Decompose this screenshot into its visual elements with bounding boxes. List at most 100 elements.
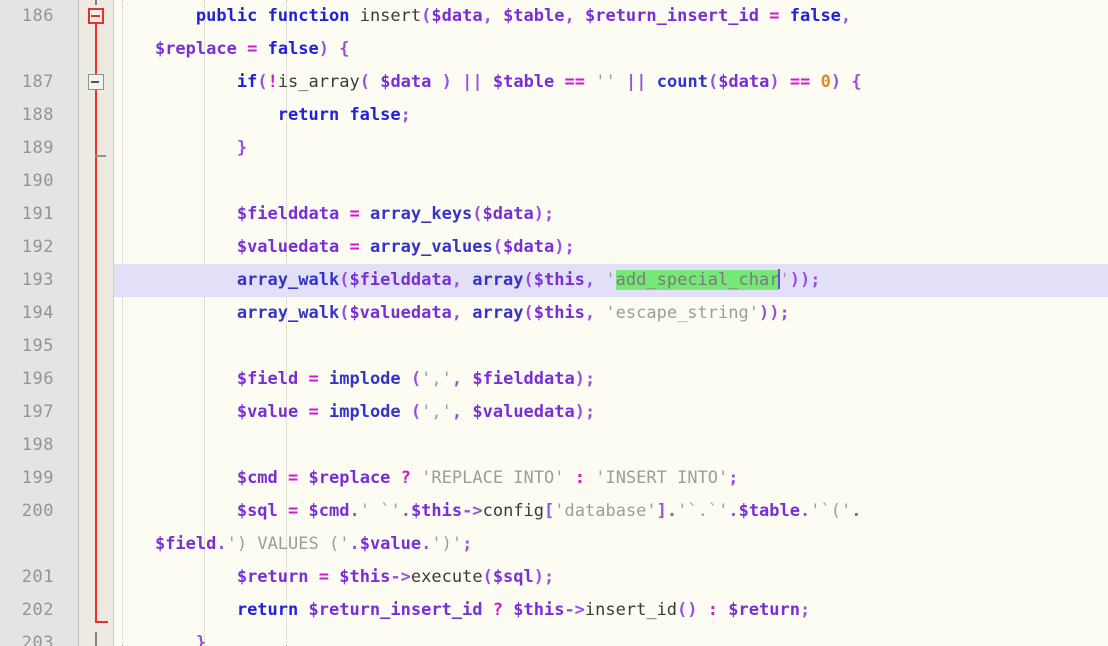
code-token: ' `' bbox=[359, 501, 401, 521]
code-line[interactable]: $return = $this->execute($sql); bbox=[114, 561, 1108, 594]
code-token: . bbox=[666, 501, 678, 521]
code-line-text: return $return_insert_id ? $this->insert… bbox=[114, 600, 810, 620]
code-line[interactable]: array_walk($valuedata, array($this, 'esc… bbox=[114, 297, 1108, 330]
code-token: $value bbox=[236, 402, 299, 422]
code-token: array_values bbox=[369, 237, 493, 257]
code-token: ' bbox=[605, 270, 616, 290]
code-token: array bbox=[472, 270, 524, 290]
code-token: ) bbox=[830, 72, 842, 92]
code-line[interactable]: return $return_insert_id ? $this->insert… bbox=[114, 594, 1108, 627]
code-token: = bbox=[288, 501, 299, 521]
code-content-area[interactable]: public function insert($data, $table, $r… bbox=[114, 0, 1108, 646]
code-line-list[interactable]: public function insert($data, $table, $r… bbox=[114, 0, 1108, 646]
code-line[interactable]: array_walk($fielddata, array($this, 'add… bbox=[114, 264, 1108, 297]
code-token: $data bbox=[718, 72, 770, 92]
code-token: . bbox=[851, 501, 862, 521]
code-token: ',' bbox=[421, 369, 452, 389]
code-token: = bbox=[349, 204, 360, 224]
code-line[interactable]: $fielddata = array_keys($data); bbox=[114, 198, 1108, 231]
code-line[interactable]: public function insert($data, $table, $r… bbox=[114, 0, 1108, 33]
code-token: . bbox=[400, 501, 411, 521]
code-line-text: public function insert($data, $table, $r… bbox=[114, 6, 851, 26]
code-token: , bbox=[451, 303, 463, 323]
code-line[interactable]: $valuedata = array_values($data); bbox=[114, 231, 1108, 264]
code-token: || bbox=[626, 72, 647, 92]
code-token: ( bbox=[339, 303, 350, 323]
code-line[interactable] bbox=[114, 330, 1108, 363]
code-line[interactable]: } bbox=[114, 627, 1108, 646]
minus-icon bbox=[91, 81, 99, 83]
code-token: : bbox=[707, 600, 719, 620]
code-token: ) bbox=[554, 237, 565, 257]
line-number: 194 bbox=[21, 303, 54, 323]
code-token: function bbox=[267, 6, 350, 26]
code-token: . bbox=[349, 534, 360, 554]
code-token: $table bbox=[492, 72, 555, 92]
code-token: $valuedata bbox=[472, 402, 575, 422]
code-line[interactable] bbox=[114, 429, 1108, 462]
code-token: ( bbox=[421, 6, 432, 26]
line-number: 199 bbox=[21, 468, 54, 488]
code-token: ( bbox=[482, 567, 493, 587]
fold-toggle-icon-187[interactable] bbox=[88, 74, 104, 90]
code-line[interactable]: } bbox=[114, 132, 1108, 165]
code-token: ) bbox=[758, 303, 770, 323]
code-line-text: } bbox=[114, 138, 247, 158]
code-token: . bbox=[728, 501, 739, 521]
code-token: 'REPLACE INTO' bbox=[421, 468, 565, 488]
code-line[interactable]: return false; bbox=[114, 99, 1108, 132]
code-token: $field bbox=[154, 534, 217, 554]
code-folding-gutter[interactable] bbox=[79, 0, 114, 646]
code-token: $this bbox=[339, 567, 391, 587]
code-line-text: $fielddata = array_keys($data); bbox=[114, 204, 554, 224]
code-editor[interactable]: 186 187 188 189 190 191 192 193 194 195 196 197 198… bbox=[0, 0, 1108, 646]
code-token: ; bbox=[810, 270, 821, 290]
line-number: 200 bbox=[21, 501, 54, 521]
code-line-text: $field = implode (',', $fielddata); bbox=[114, 369, 595, 389]
line-number: 187 bbox=[21, 72, 54, 92]
fold-toggle-icon-186[interactable] bbox=[88, 8, 104, 24]
code-token: = bbox=[769, 6, 780, 26]
code-line[interactable]: if(!is_array( $data ) || $table == '' ||… bbox=[114, 66, 1108, 99]
code-token: ) bbox=[533, 567, 545, 587]
code-token: ) bbox=[574, 402, 585, 422]
code-line[interactable]: $field = implode (',', $fielddata); bbox=[114, 363, 1108, 396]
code-line[interactable]: $value = implode (',', $valuedata); bbox=[114, 396, 1108, 429]
code-line[interactable]: $replace = false) { bbox=[114, 33, 1108, 66]
code-line[interactable] bbox=[114, 165, 1108, 198]
line-number-wrap bbox=[0, 33, 66, 66]
code-token: . bbox=[216, 534, 227, 554]
code-line[interactable]: $sql = $cmd.' `'.$this->config['database… bbox=[114, 495, 1108, 528]
code-token: ' bbox=[779, 270, 790, 290]
code-token: -> bbox=[564, 600, 585, 620]
code-token: , bbox=[482, 6, 493, 26]
code-line[interactable]: $field.') VALUES ('.$value.')'; bbox=[114, 528, 1108, 561]
code-line[interactable]: $cmd = $replace ? 'REPLACE INTO' : 'INSE… bbox=[114, 462, 1108, 495]
code-token: $data bbox=[380, 72, 432, 92]
code-token: '`.`' bbox=[677, 501, 729, 521]
